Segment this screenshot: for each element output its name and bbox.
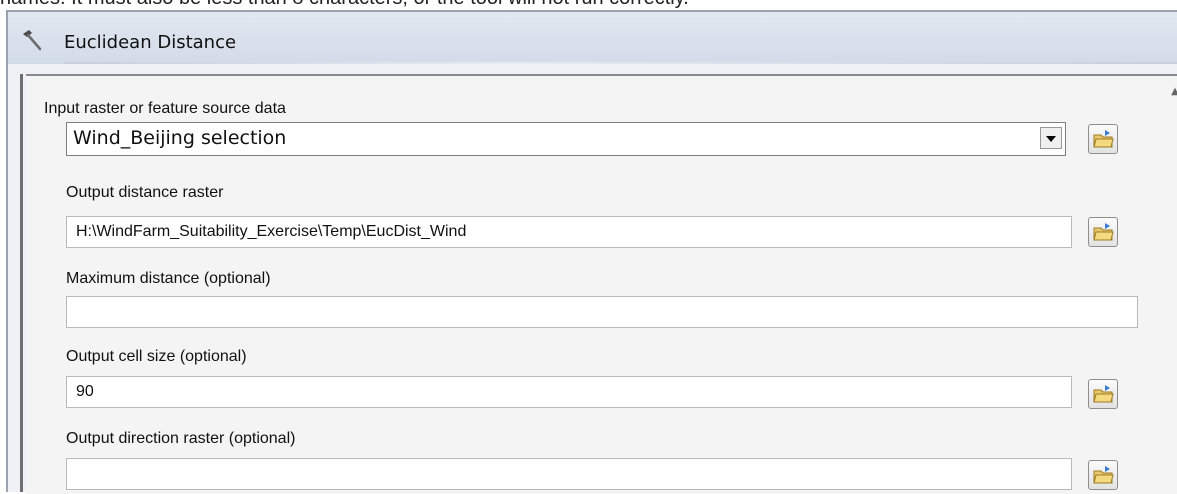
- input-source-label: Input raster or feature source data: [44, 100, 286, 117]
- frame-edge: [20, 74, 23, 492]
- page-caption-text: names. It must also be less than 8 chara…: [0, 0, 1177, 8]
- output-distance-browse-button[interactable]: [1088, 217, 1118, 247]
- cell-size-input[interactable]: 90: [66, 376, 1072, 408]
- max-distance-label: Maximum distance (optional): [66, 270, 271, 287]
- input-source-value: Wind_Beijing selection: [73, 127, 287, 149]
- scroll-up-icon[interactable]: ▲: [1171, 80, 1177, 104]
- output-direction-label: Output direction raster (optional): [66, 430, 296, 447]
- output-direction-input[interactable]: [66, 458, 1072, 490]
- input-source-combobox[interactable]: Wind_Beijing selection: [66, 122, 1066, 156]
- input-source-browse-button[interactable]: [1088, 124, 1118, 154]
- chevron-down-icon[interactable]: [1040, 127, 1062, 149]
- cell-size-browse-button[interactable]: [1088, 379, 1118, 409]
- output-distance-label: Output distance raster: [66, 184, 224, 201]
- titlebar-divider: [64, 62, 1177, 64]
- window-title: Euclidean Distance: [64, 32, 237, 53]
- title-bar: Euclidean Distance: [8, 12, 1177, 64]
- output-distance-input[interactable]: H:\WindFarm_Suitability_Exercise\Temp\Eu…: [66, 216, 1072, 248]
- cell-size-label: Output cell size (optional): [66, 348, 247, 365]
- hammer-icon: [20, 28, 44, 52]
- euclidean-distance-dialog: Euclidean Distance ▲: [6, 10, 1177, 494]
- max-distance-input[interactable]: [66, 296, 1138, 328]
- output-direction-browse-button[interactable]: [1088, 460, 1118, 490]
